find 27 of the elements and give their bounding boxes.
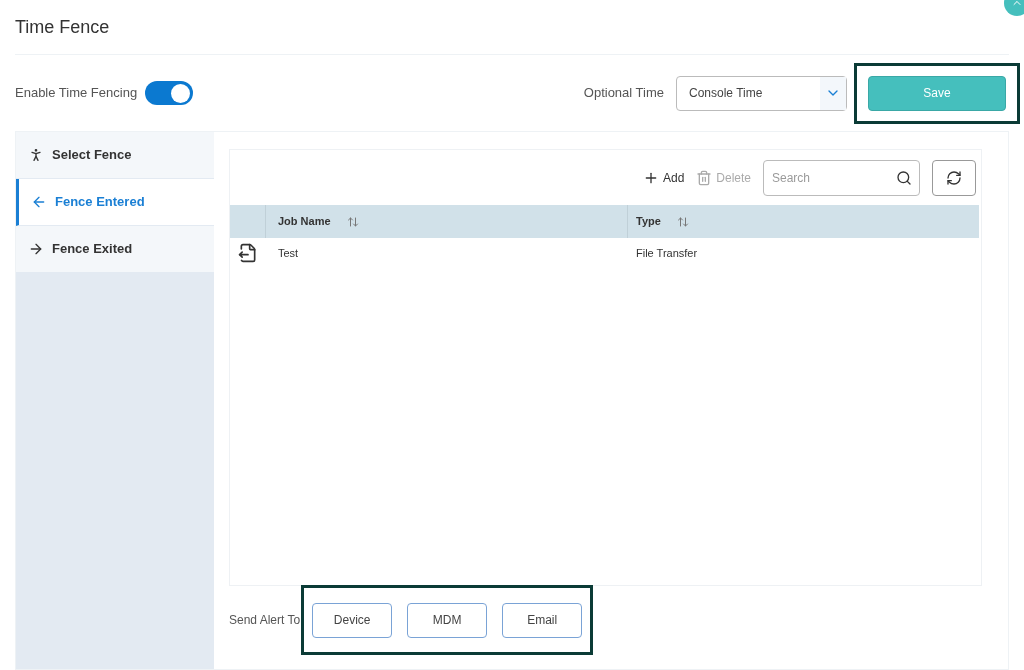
time-dropdown[interactable]: Console Time [676,75,847,111]
sort-icon[interactable] [676,215,689,228]
column-header[interactable]: Job Name [278,213,331,230]
alert-target-button[interactable]: Email [502,602,583,638]
refresh-icon [946,169,962,186]
column-header[interactable]: Type [636,213,661,230]
toggle-label: Enable Time Fencing [15,84,138,103]
enter-arrow-icon [31,194,47,210]
trash-icon [696,169,713,186]
search-field[interactable]: Search [763,159,920,196]
refresh-button[interactable] [932,159,976,196]
sidebar-tab[interactable]: Select Fence [16,132,214,179]
optional-time-label: Optional Time [583,84,664,103]
exit-arrow-icon [28,241,44,257]
sidebar-tab[interactable]: Fence Exited [16,226,214,273]
page-title: Time Fence [15,15,110,39]
toggle-switch[interactable] [145,81,194,105]
file-export-icon [238,243,258,263]
table-cell-text: File Transfer [635,245,698,261]
add-button[interactable]: Add [642,168,685,187]
alert-target-button[interactable]: MDM [407,602,488,638]
alert-target-button[interactable]: Device [312,602,393,638]
table-cell-text: Test [277,245,300,261]
search-icon [896,169,912,186]
send-alert-label: Send Alert To [229,612,301,629]
sidebar-tab[interactable]: Fence Entered [16,179,214,226]
sort-icon[interactable] [346,215,359,228]
